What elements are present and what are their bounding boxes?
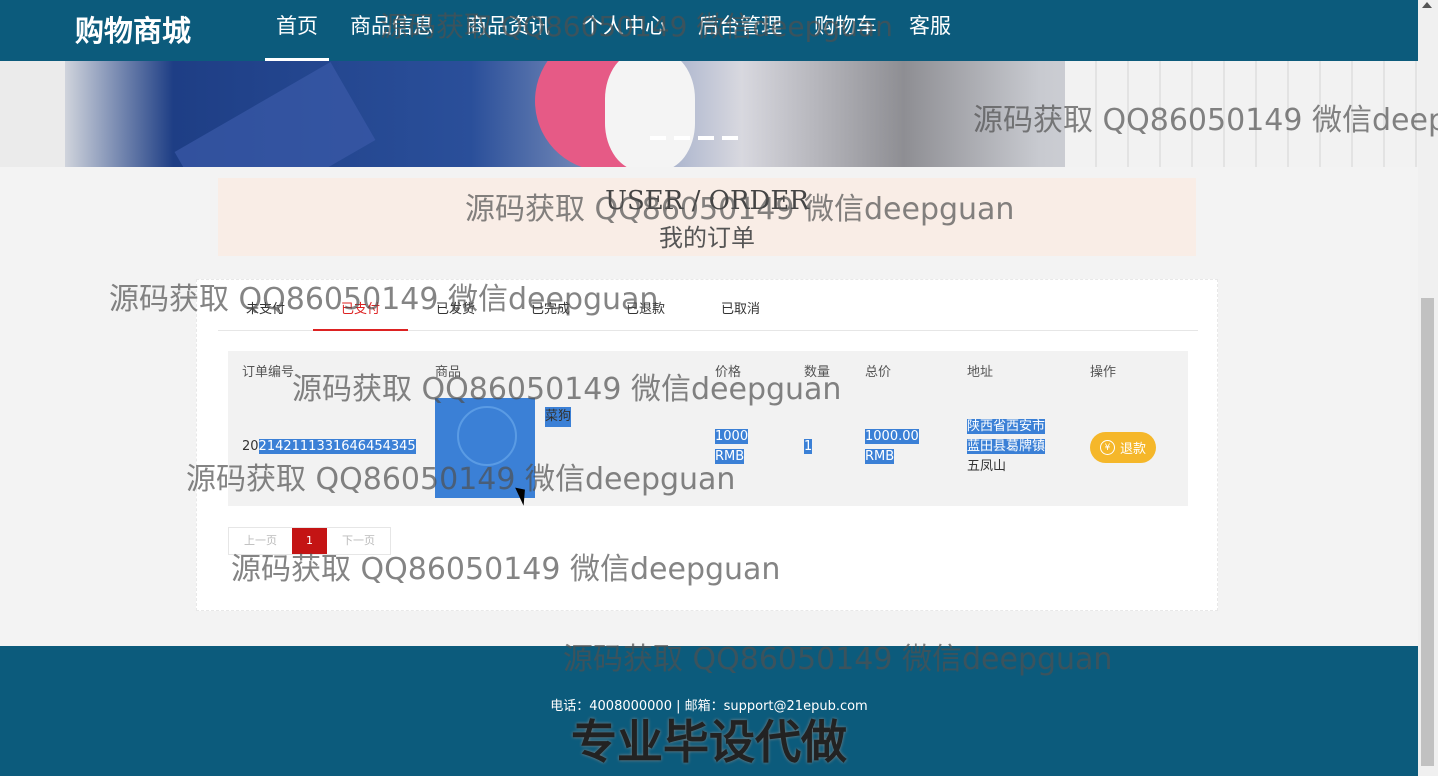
section-title-en: USER / ORDER (605, 186, 809, 216)
col-header-action: 操作 (1090, 365, 1117, 380)
address-cell: 陕西省西安市 蓝田县葛牌镇 五凤山 (967, 417, 1046, 477)
product-name[interactable]: 菜狗 (545, 407, 572, 427)
banner-dot[interactable] (650, 136, 666, 140)
banner-dot[interactable] (674, 136, 690, 140)
col-header-price: 价格 (715, 365, 742, 380)
price-cell: 1000 RMB (715, 427, 749, 467)
scroll-up-arrow-icon[interactable] (1422, 2, 1432, 8)
col-header-address: 地址 (967, 365, 994, 380)
address-line1: 陕西省西安市 (967, 419, 1046, 434)
nav-home[interactable]: 首页 (265, 0, 329, 61)
yen-icon: ¥ (1099, 440, 1115, 455)
nav-admin[interactable]: 后台管理 (687, 0, 793, 61)
footer-slogan: 专业毕设代做 (571, 715, 847, 769)
page-footer: 电话：4008000000 | 邮箱：support@21epub.com 专业… (0, 646, 1418, 776)
tab-refunded[interactable]: 已退款 (598, 296, 693, 330)
product-image-detail (457, 406, 517, 466)
price-unit: RMB (715, 449, 745, 464)
main-nav: 首页 商品信息 商品资讯 个人中心 后台管理 购物车 客服 (265, 0, 972, 61)
order-number: 202142111331646454345 (242, 437, 416, 457)
hero-banner[interactable] (65, 61, 1418, 167)
prev-page-button[interactable]: 上一页 (229, 528, 292, 554)
col-header-order-no: 订单编号 (242, 365, 295, 380)
section-title-box: USER / ORDER 我的订单 (218, 178, 1196, 256)
top-header: 购物商城 首页 商品信息 商品资讯 个人中心 后台管理 购物车 客服 (0, 0, 1418, 61)
address-line3: 五凤山 (967, 459, 1007, 474)
tab-unpaid[interactable]: 未支付 (218, 296, 313, 330)
refund-label: 退款 (1119, 442, 1146, 457)
banner-dot[interactable] (698, 136, 714, 140)
pagination: 上一页 1 下一页 (228, 527, 391, 555)
banner-left-margin (0, 61, 65, 167)
banner-decoration (605, 61, 695, 167)
qty-cell: 1 (804, 437, 813, 457)
banner-decoration (1065, 61, 1418, 167)
col-header-total: 总价 (865, 365, 892, 380)
vertical-scrollbar[interactable] (1418, 0, 1438, 776)
order-status-tabs: 未支付 已支付 已发货 已完成 已退款 已取消 (218, 296, 1198, 331)
tab-paid[interactable]: 已支付 (313, 296, 408, 331)
price-value: 1000 (715, 429, 749, 444)
tab-completed[interactable]: 已完成 (503, 296, 598, 330)
qty-value: 1 (804, 439, 813, 454)
next-page-button[interactable]: 下一页 (327, 528, 390, 554)
tab-cancelled[interactable]: 已取消 (693, 296, 788, 330)
nav-service[interactable]: 客服 (898, 0, 962, 61)
nav-products[interactable]: 商品信息 (339, 0, 445, 61)
nav-profile[interactable]: 个人中心 (571, 0, 677, 61)
current-page[interactable]: 1 (292, 528, 327, 554)
nav-cart[interactable]: 购物车 (803, 0, 888, 61)
col-header-qty: 数量 (804, 365, 831, 380)
tab-shipped[interactable]: 已发货 (408, 296, 503, 330)
total-cell: 1000.00 RMB (865, 427, 919, 467)
scrollbar-thumb[interactable] (1421, 298, 1434, 766)
site-logo[interactable]: 购物商城 (75, 8, 191, 50)
total-unit: RMB (865, 449, 895, 464)
order-panel: 未支付 已支付 已发货 已完成 已退款 已取消 订单编号 商品 价格 数量 总价… (196, 279, 1218, 611)
banner-decoration (174, 62, 376, 167)
nav-news[interactable]: 商品资讯 (455, 0, 561, 61)
product-thumbnail[interactable] (435, 398, 535, 498)
order-number-rest: 2142111331646454345 (258, 439, 416, 454)
total-value: 1000.00 (865, 429, 919, 444)
address-line2: 蓝田县葛牌镇 (967, 439, 1046, 454)
banner-indicators (650, 136, 738, 140)
refund-button[interactable]: ¥ 退款 (1090, 432, 1156, 463)
order-number-prefix: 20 (242, 439, 259, 454)
section-title-cn: 我的订单 (659, 224, 755, 252)
col-header-product: 商品 (435, 365, 462, 380)
order-table: 订单编号 商品 价格 数量 总价 地址 操作 20214211133164645… (228, 351, 1188, 506)
banner-dot[interactable] (722, 136, 738, 140)
